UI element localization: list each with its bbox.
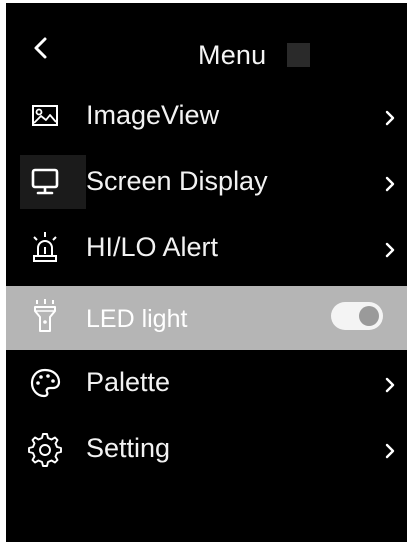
menu-item-label: HI/LO Alert	[86, 232, 219, 262]
menu-item-screen-display[interactable]: Screen Display	[6, 149, 407, 215]
gear-icon	[24, 428, 66, 470]
alarm-beacon-icon	[24, 227, 66, 269]
back-button[interactable]	[30, 33, 52, 63]
chevron-left-icon	[34, 37, 47, 59]
menu-header: Menu	[6, 3, 407, 83]
flashlight-icon	[24, 296, 66, 338]
chevron-right-icon	[383, 374, 397, 396]
toggle-knob	[359, 306, 379, 326]
palette-icon	[24, 362, 66, 404]
menu-item-label: Setting	[86, 433, 171, 463]
device-screen: Menu ImageView Screen Display HI/LO Aler…	[6, 3, 407, 542]
menu-item-palette[interactable]: Palette	[6, 350, 407, 416]
page-title: Menu	[198, 40, 267, 70]
menu-item-label: ImageView	[86, 100, 220, 130]
image-icon	[24, 95, 66, 137]
chevron-right-icon	[383, 440, 397, 462]
title-marker	[287, 43, 310, 67]
menu-item-label: Palette	[86, 367, 171, 397]
chevron-right-icon	[383, 239, 397, 261]
led-light-toggle[interactable]	[331, 302, 383, 330]
menu-item-imageview[interactable]: ImageView	[6, 83, 407, 149]
menu-item-label: Screen Display	[86, 166, 268, 196]
chevron-right-icon	[383, 107, 397, 129]
chevron-right-icon	[383, 173, 397, 195]
menu-item-led-light[interactable]: LED light	[6, 286, 407, 350]
menu-item-hi-lo-alert[interactable]: HI/LO Alert	[6, 215, 407, 281]
menu-item-setting[interactable]: Setting	[6, 416, 407, 482]
menu-item-label: LED light	[86, 305, 188, 333]
monitor-icon	[20, 155, 86, 209]
